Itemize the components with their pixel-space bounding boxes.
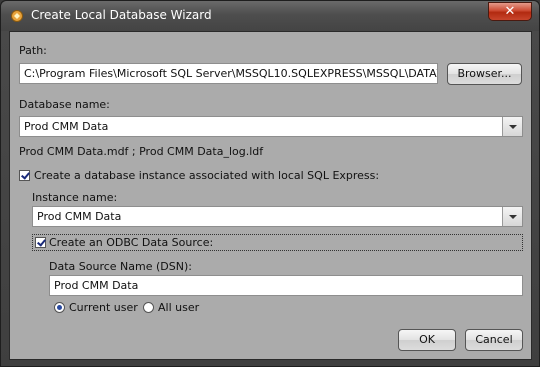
database-name-combo[interactable]: Prod CMM Data: [19, 116, 523, 137]
close-icon: ✕: [504, 4, 516, 19]
database-name-label: Database name:: [19, 98, 110, 111]
dsn-field[interactable]: Prod CMM Data: [49, 275, 523, 296]
browse-button[interactable]: Browser...: [447, 63, 522, 85]
instance-name-value: Prod CMM Data: [37, 210, 122, 223]
odbc-checkbox-label[interactable]: Create an ODBC Data Source:: [49, 236, 213, 249]
chevron-down-icon[interactable]: [502, 117, 522, 136]
ok-button[interactable]: OK: [398, 329, 456, 351]
database-name-value: Prod CMM Data: [24, 120, 109, 133]
instance-name-label: Instance name:: [32, 191, 118, 204]
wizard-window: Create Local Database Wizard ✕ Path: C:\…: [0, 0, 540, 367]
instance-name-combo[interactable]: Prod CMM Data: [32, 206, 523, 227]
instance-checkbox[interactable]: [19, 170, 30, 181]
path-field[interactable]: C:\Program Files\Microsoft SQL Server\MS…: [19, 63, 438, 84]
window-title: Create Local Database Wizard: [31, 8, 212, 22]
all-user-radio[interactable]: [143, 302, 154, 313]
chevron-down-icon[interactable]: [502, 207, 522, 226]
close-button[interactable]: ✕: [488, 2, 532, 21]
all-user-label[interactable]: All user: [158, 301, 199, 314]
current-user-radio[interactable]: [54, 302, 65, 313]
path-label: Path:: [19, 44, 47, 57]
dsn-label: Data Source Name (DSN):: [49, 260, 192, 273]
title-bar[interactable]: Create Local Database Wizard ✕: [1, 1, 539, 31]
cancel-button[interactable]: Cancel: [465, 329, 523, 351]
odbc-checkbox[interactable]: [35, 237, 46, 248]
current-user-label[interactable]: Current user: [69, 301, 138, 314]
dialog-body: Path: C:\Program Files\Microsoft SQL Ser…: [9, 31, 532, 360]
instance-checkbox-label[interactable]: Create a database instance associated wi…: [34, 169, 379, 182]
database-files-text: Prod CMM Data.mdf ; Prod CMM Data_log.ld…: [19, 145, 264, 158]
wizard-icon: [10, 9, 24, 23]
